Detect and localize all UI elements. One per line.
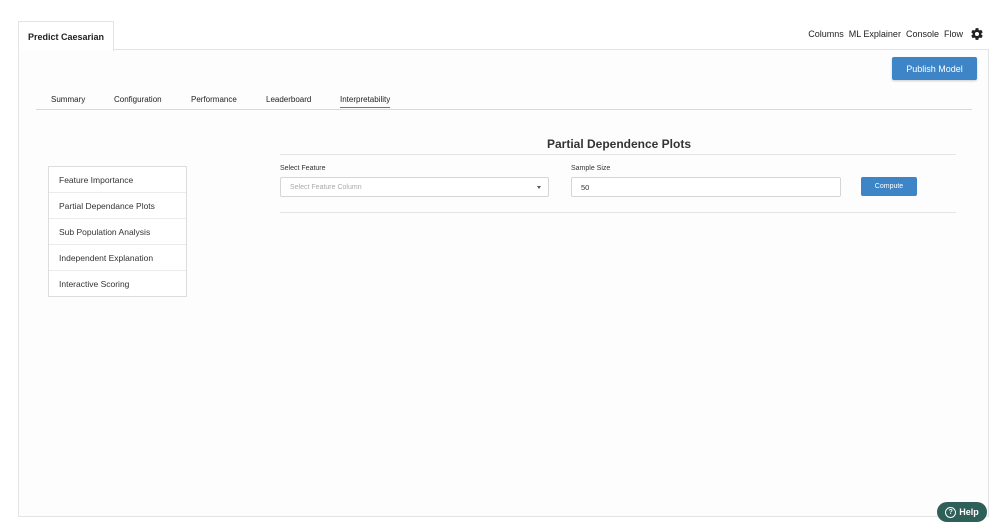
tab-configuration[interactable]: Configuration	[114, 95, 162, 104]
sample-size-value: 50	[581, 182, 590, 192]
compute-button[interactable]: Compute	[861, 177, 917, 196]
question-icon: ?	[945, 506, 957, 518]
section-title: Partial Dependence Plots	[546, 137, 692, 151]
nav-console-link[interactable]: Console	[906, 29, 939, 39]
model-tabs: Summary Configuration Performance Leader…	[36, 93, 972, 110]
nav-ml-explainer-link[interactable]: ML Explainer	[849, 29, 901, 39]
top-nav: Columns ML Explainer Console Flow	[808, 26, 984, 42]
form-divider	[280, 212, 956, 213]
nav-flow-link[interactable]: Flow	[944, 29, 963, 39]
tab-interpretability[interactable]: Interpretability	[340, 95, 391, 108]
tab-performance[interactable]: Performance	[191, 95, 237, 104]
help-label: Help	[959, 507, 979, 517]
menu-item-interactive-scoring[interactable]: Interactive Scoring	[49, 271, 186, 296]
project-tab[interactable]: Predict Caesarian	[18, 21, 114, 51]
title-divider	[280, 154, 956, 155]
sample-size-label: Sample Size	[571, 165, 611, 172]
tab-summary[interactable]: Summary	[51, 95, 85, 104]
menu-item-independent-explanation[interactable]: Independent Explanation	[49, 245, 186, 271]
menu-item-feature-importance[interactable]: Feature Importance	[49, 167, 186, 193]
select-feature-label: Select Feature	[280, 165, 326, 172]
nav-columns-link[interactable]: Columns	[808, 29, 844, 39]
caret-down-icon	[537, 186, 541, 189]
menu-item-sub-population-analysis[interactable]: Sub Population Analysis	[49, 219, 186, 245]
menu-item-partial-dependance-plots[interactable]: Partial Dependance Plots	[49, 193, 186, 219]
gear-icon[interactable]	[970, 27, 984, 41]
tab-leaderboard[interactable]: Leaderboard	[266, 95, 311, 104]
sample-size-input[interactable]: 50	[571, 177, 841, 197]
publish-model-button[interactable]: Publish Model	[892, 57, 977, 80]
feature-select[interactable]: Select Feature Column	[280, 177, 549, 197]
feature-select-placeholder: Select Feature Column	[290, 183, 362, 191]
interpretability-menu: Feature Importance Partial Dependance Pl…	[48, 166, 187, 297]
help-button[interactable]: ? Help	[937, 502, 987, 522]
